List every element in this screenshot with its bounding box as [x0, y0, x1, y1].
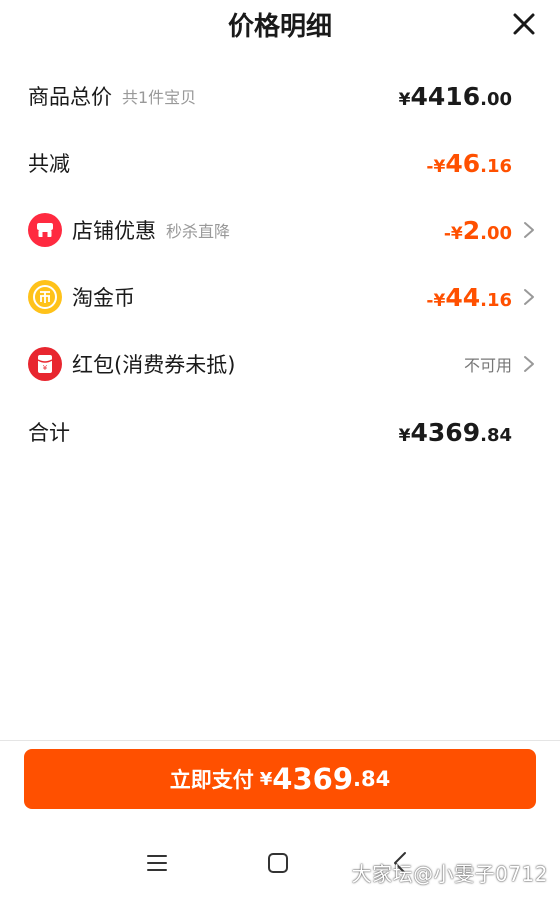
total-label: 合计 — [28, 421, 70, 445]
currency-symbol: ¥ — [259, 768, 273, 790]
svg-text:¥: ¥ — [43, 364, 48, 372]
reduction-row: 共减 -¥ 46 .16 — [0, 138, 560, 188]
amount-decimal: .16 — [480, 155, 512, 177]
amount-integer: 46 — [445, 148, 481, 178]
system-nav-bar: 大家坛@小雯子0712 — [0, 838, 560, 890]
menu-icon[interactable] — [142, 848, 172, 878]
amount-integer: 2 — [462, 215, 481, 245]
pay-now-button[interactable]: 立即支付 ¥ 4369 .84 — [24, 749, 536, 809]
coins-label: 淘金币 — [72, 286, 135, 310]
amount-decimal: .84 — [480, 424, 512, 446]
item-count-label: 共1件宝贝 — [122, 88, 197, 107]
pay-amount-integer: 4369 — [272, 762, 354, 796]
total-row: 合计 ¥ 4369 .84 — [0, 407, 560, 457]
amount-integer: 4416 — [410, 81, 481, 111]
reduction-label: 共减 — [28, 152, 70, 176]
chevron-right-icon — [522, 354, 536, 374]
amount-decimal: .00 — [480, 88, 512, 110]
currency-symbol: -¥ — [426, 156, 446, 177]
subtotal-label: 商品总价 — [28, 85, 112, 109]
currency-symbol: -¥ — [426, 290, 446, 311]
red-packet-row[interactable]: ¥ 红包(消费券未抵) 不可用 — [0, 339, 560, 389]
watermark: 大家坛@小雯子0712 — [351, 862, 548, 886]
subtotal-row: 商品总价 共1件宝贝 ¥ 4416 .00 — [0, 71, 560, 121]
total-amount: ¥ 4369 .84 — [399, 418, 512, 447]
coins-row[interactable]: 淘金币 -¥ 44 .16 — [0, 272, 560, 322]
currency-symbol: ¥ — [398, 89, 411, 110]
chevron-right-icon — [522, 220, 536, 240]
chevron-right-icon — [522, 287, 536, 307]
amount-decimal: .00 — [480, 222, 512, 244]
currency-symbol: ¥ — [398, 425, 411, 446]
currency-symbol: -¥ — [443, 223, 463, 244]
pay-amount-decimal: .84 — [353, 767, 391, 791]
amount-decimal: .16 — [480, 289, 512, 311]
flash-sale-label: 秒杀直降 — [166, 222, 231, 241]
shop-icon — [28, 213, 62, 247]
page-title: 价格明细 — [227, 12, 332, 42]
shop-discount-label: 店铺优惠 — [72, 219, 156, 243]
close-icon[interactable] — [510, 10, 538, 38]
amount-integer: 4369 — [410, 417, 481, 447]
shop-discount-row[interactable]: 店铺优惠 秒杀直降 -¥ 2 .00 — [0, 205, 560, 255]
shop-discount-amount: -¥ 2 .00 — [444, 216, 512, 245]
subtotal-amount: ¥ 4416 .00 — [399, 82, 512, 111]
home-icon[interactable] — [263, 848, 293, 878]
coin-icon — [28, 280, 62, 314]
red-packet-label: 红包(消费券未抵) — [72, 353, 236, 377]
coins-amount: -¥ 44 .16 — [426, 283, 512, 312]
amount-integer: 44 — [445, 282, 481, 312]
header: 价格明细 — [0, 0, 560, 48]
reduction-amount: -¥ 46 .16 — [426, 149, 512, 178]
unavailable-status: 不可用 — [463, 356, 512, 375]
red-packet-icon: ¥ — [28, 347, 62, 381]
divider — [0, 740, 560, 741]
pay-now-label: 立即支付 — [169, 768, 254, 792]
